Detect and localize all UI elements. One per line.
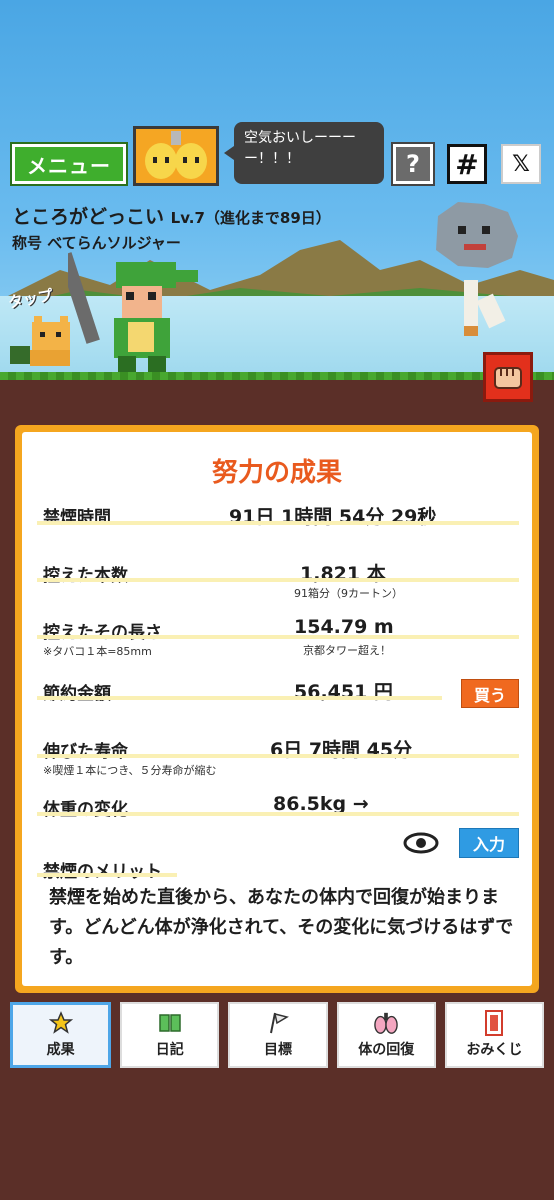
omikuji-icon	[482, 1010, 506, 1036]
x-share-button[interactable]: 𝕏	[501, 144, 541, 184]
character-portrait[interactable]	[133, 126, 219, 186]
hashtag-button[interactable]: #	[447, 144, 487, 184]
results-panel-inner: 努力の成果 禁煙時間 91日 1時間 54分 29秒 控えた本数 1,821 本…	[22, 432, 532, 986]
merit-underline	[37, 873, 177, 877]
eye-icon[interactable]	[403, 832, 439, 854]
merit-text: 禁煙を始めた直後から、あなたの体内で回復が始まります。どんどん体が浄化されて、そ…	[49, 887, 514, 968]
cigarettes-sub: 91箱分（9カートン）	[294, 587, 403, 600]
smoke-monster	[436, 202, 518, 336]
row-label-lifespan: 伸びた寿命	[43, 742, 128, 762]
row-label-savings: 節約金額	[43, 684, 111, 704]
nav-goal[interactable]: 目標	[228, 1002, 328, 1068]
speech-bubble: 空気おいしーーーー！！！	[224, 122, 384, 184]
help-button[interactable]: ?	[391, 142, 435, 186]
player-title: 称号 べてらんソルジャー	[12, 234, 181, 252]
results-panel: 努力の成果 禁煙時間 91日 1時間 54分 29秒 控えた本数 1,821 本…	[15, 425, 539, 993]
nav-omikuji[interactable]: おみくじ	[444, 1002, 545, 1068]
player-level: Lv.7（進化まで89日）	[170, 209, 331, 227]
length-sub: 京都タワー超え！	[303, 644, 391, 657]
row-underline	[37, 754, 519, 758]
flag-icon	[266, 1011, 290, 1035]
row-underline	[37, 578, 519, 582]
game-scene	[0, 0, 554, 380]
pet-cat[interactable]	[10, 310, 76, 368]
weight-input-button[interactable]: 入力	[459, 828, 519, 858]
lifespan-note: ※喫煙１本につき、５分寿命が縮む	[43, 764, 217, 777]
row-underline	[37, 812, 519, 816]
row-underline	[37, 521, 519, 525]
nav-label: 日記	[155, 1042, 184, 1058]
star-icon	[48, 1011, 73, 1035]
results-title: 努力の成果	[211, 458, 342, 488]
nav-label: 成果	[46, 1042, 75, 1058]
hero-character[interactable]	[68, 242, 198, 374]
nav-body-recovery[interactable]: 体の回復	[336, 1002, 436, 1068]
nav-label: 体の回復	[358, 1042, 415, 1058]
nav-label: 目標	[264, 1042, 292, 1058]
menu-button[interactable]: メニュー	[10, 142, 128, 186]
nav-label: おみくじ	[466, 1042, 523, 1058]
row-label-weight: 体重の変化	[43, 800, 128, 820]
lungs-icon	[374, 1011, 398, 1035]
row-label-cigarettes: 控えた本数	[43, 566, 128, 586]
buy-button[interactable]: 買う	[461, 679, 519, 708]
row-label-length: 控えたその長さ	[43, 623, 162, 643]
length-note: ※タバコ１本=85mm	[43, 645, 152, 658]
punch-button[interactable]	[483, 352, 533, 402]
merit-title: 禁煙のメリット	[43, 862, 162, 882]
fist-icon	[494, 367, 522, 389]
player-name: ところがどっこい	[12, 206, 165, 228]
book-icon	[158, 1011, 182, 1035]
lungs-character-icon	[145, 131, 207, 179]
row-underline	[37, 696, 442, 700]
bottom-nav: 成果 日記 目標 体の回復 おみくじ	[10, 1002, 545, 1068]
nav-diary[interactable]: 日記	[120, 1002, 220, 1068]
player-name-row: ところがどっこい Lv.7（進化まで89日）	[12, 202, 331, 229]
nav-results[interactable]: 成果	[10, 1002, 112, 1068]
row-underline	[37, 635, 519, 639]
